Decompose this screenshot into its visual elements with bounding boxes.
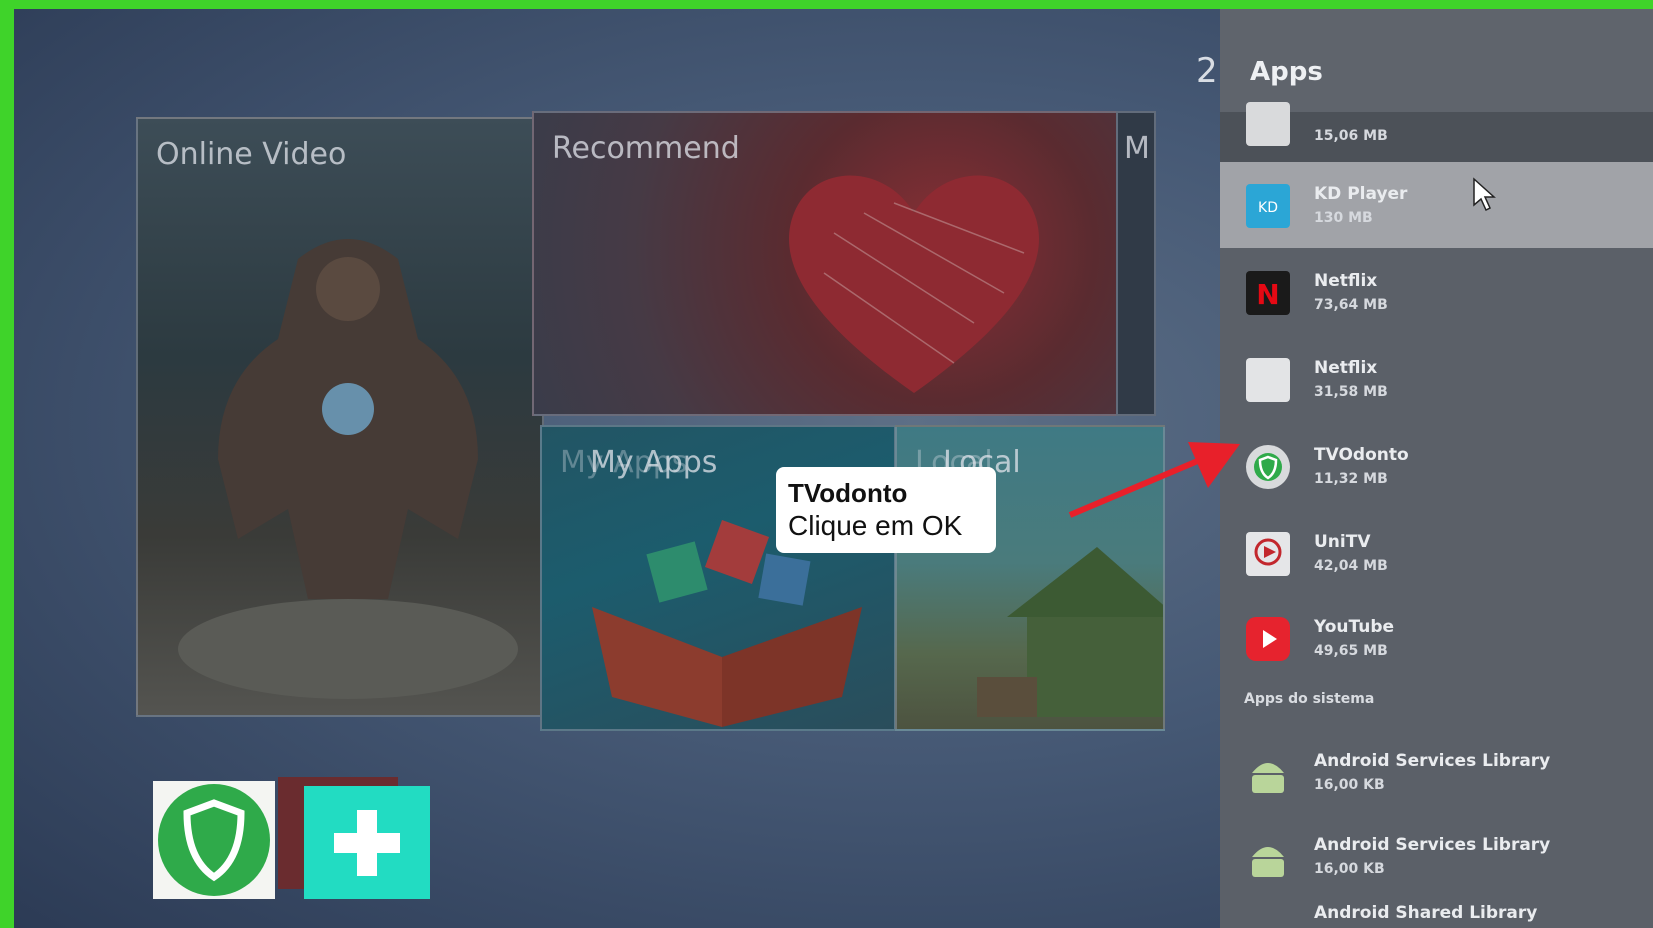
system-apps-heading: Apps do sistema xyxy=(1244,691,1375,707)
app-row-netflix[interactable]: N Netflix 73,64 MB xyxy=(1220,249,1653,335)
sidebar-title: Apps xyxy=(1250,57,1323,87)
callout-text: Clique em OK xyxy=(788,510,963,541)
app-row-unitv[interactable]: UniTV 42,04 MB xyxy=(1220,510,1653,596)
tile-partial-right[interactable]: M xyxy=(1116,111,1156,416)
app-row-android-shared[interactable]: Android Shared Library xyxy=(1220,897,1653,928)
netflix-icon: N xyxy=(1246,271,1290,315)
svg-text:KD: KD xyxy=(1258,200,1278,216)
app-size: 16,00 KB xyxy=(1314,777,1385,793)
app-name: Netflix xyxy=(1314,271,1378,291)
tile-recommend[interactable]: Recommend xyxy=(532,111,1118,416)
tile-recommend-label: Recommend xyxy=(552,131,740,166)
clock-fragment: 2 xyxy=(1196,51,1218,91)
mouse-cursor-icon xyxy=(1473,177,1496,212)
app-name: Android Services Library xyxy=(1314,835,1551,855)
tile-my-apps-label: My Apps xyxy=(590,445,718,480)
unitv-icon xyxy=(1246,532,1290,576)
app-name: Netflix xyxy=(1314,358,1378,378)
tile-partial-label: M xyxy=(1124,131,1150,166)
android-icon xyxy=(1246,919,1290,928)
callout-title: TVodonto xyxy=(788,478,908,508)
netflix-alt-icon xyxy=(1246,358,1290,402)
app-size: 49,65 MB xyxy=(1314,643,1388,659)
app-name: UniTV xyxy=(1314,532,1371,552)
app-size: 16,00 KB xyxy=(1314,861,1385,877)
app-size: 11,32 MB xyxy=(1314,471,1388,487)
youtube-icon xyxy=(1246,617,1290,661)
tvodonto-shield-icon xyxy=(1246,445,1290,489)
instruction-callout: TVodonto Clique em OK xyxy=(776,467,996,553)
app-size: 130 MB xyxy=(1314,210,1373,226)
app-row-youtube[interactable]: YouTube 49,65 MB xyxy=(1220,595,1653,681)
app-row-android-services[interactable]: Android Services Library 16,00 KB xyxy=(1220,729,1653,815)
app-row-kd-player[interactable]: KD KD Player 130 MB xyxy=(1220,162,1653,248)
app-row-android-services-2[interactable]: Android Services Library 16,00 KB xyxy=(1220,813,1653,899)
app-name: Android Shared Library xyxy=(1314,903,1538,923)
app-size: 31,58 MB xyxy=(1314,384,1388,400)
add-app-button[interactable] xyxy=(304,786,430,899)
apps-sidebar: Apps 15,06 MB KD KD Player 130 MB N Netf… xyxy=(1220,9,1653,928)
android-icon xyxy=(1246,751,1290,795)
red-arrow-icon xyxy=(1068,442,1240,518)
app-name: KD Player xyxy=(1314,184,1408,204)
app-name: Android Services Library xyxy=(1314,751,1551,771)
app-row-tvodonto[interactable]: TVOdonto 11,32 MB xyxy=(1220,423,1653,509)
generic-app-icon xyxy=(1246,102,1290,146)
sidebar-header: Apps xyxy=(1220,9,1653,112)
armored-hero-image xyxy=(178,239,518,699)
house-image xyxy=(977,547,1163,717)
android-icon xyxy=(1246,835,1290,879)
tile-online-video[interactable]: Online Video xyxy=(136,117,544,717)
app-size: 73,64 MB xyxy=(1314,297,1388,313)
app-row-netflix-alt[interactable]: Netflix 31,58 MB xyxy=(1220,336,1653,422)
app-size: 15,06 MB xyxy=(1314,128,1388,144)
dock-tvodonto-app[interactable] xyxy=(153,781,275,899)
app-size: 42,04 MB xyxy=(1314,558,1388,574)
tile-online-video-label: Online Video xyxy=(156,137,347,172)
app-name: TVOdonto xyxy=(1314,445,1409,465)
app-name: YouTube xyxy=(1314,617,1395,637)
app-row-partial[interactable]: 15,06 MB xyxy=(1220,102,1653,162)
kd-player-icon: KD xyxy=(1246,184,1290,228)
heart-image xyxy=(789,175,1039,393)
plus-icon xyxy=(334,810,400,876)
svg-text:N: N xyxy=(1256,278,1279,311)
tvodonto-shield-icon xyxy=(158,784,270,896)
